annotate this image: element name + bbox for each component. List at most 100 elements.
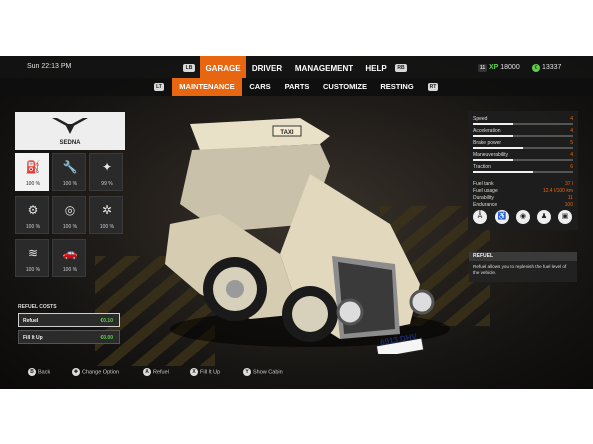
stat-maneuverability: Maneuverability 4 xyxy=(473,152,573,164)
maintenance-tires-tile[interactable]: ✲ 100 % xyxy=(89,196,123,234)
refuel-option[interactable]: Refuel €0.10 xyxy=(18,313,120,327)
sedna-logo-icon xyxy=(52,118,88,134)
language-icon: Aͤ xyxy=(473,210,487,224)
info-fuel-usage: Fuel usage 12.4 l/100 km xyxy=(473,188,573,195)
accessibility-icon: ♿ xyxy=(495,210,509,224)
stat-acceleration: Acceleration 4 xyxy=(473,128,573,140)
stat-value: 4 xyxy=(570,116,573,122)
stat-bar-fill xyxy=(473,135,513,137)
coin-icon: € xyxy=(532,64,540,72)
hint-show-cabin-label: Show Cabin xyxy=(253,369,283,376)
dpad-icon: ✥ xyxy=(72,368,80,376)
tab-maintenance[interactable]: MAINTENANCE xyxy=(172,78,242,96)
info-fuel-usage-value: 12.4 l/100 km xyxy=(542,188,573,194)
refuel-costs-title: REFUEL COSTS xyxy=(18,304,57,310)
engine-icon: ⚙ xyxy=(27,203,39,217)
info-durability: Durability 11 xyxy=(473,195,573,202)
heating-percentage: 100 % xyxy=(25,267,41,273)
stat-bar-fill xyxy=(473,147,523,149)
refuel-option-label: Refuel xyxy=(23,318,39,324)
info-fuel-tank: Fuel tank 37 l xyxy=(473,181,573,188)
info-fuel-tank-label: Fuel tank xyxy=(473,181,494,187)
game-screen: Sun 22:13 PM LB GARAGE DRIVER MANAGEMENT… xyxy=(0,56,593,389)
stat-label: Traction xyxy=(473,164,491,170)
fill-it-up-price: €0.00 xyxy=(100,335,113,341)
hint-back[interactable]: B Back xyxy=(28,368,50,376)
stat-brake-power: Brake power 5 xyxy=(473,140,573,152)
tab-cars[interactable]: CARS xyxy=(246,78,274,96)
maintenance-fuel-tile[interactable]: ⛽ 100 % xyxy=(15,153,49,191)
sparkle-icon: ✦ xyxy=(101,160,113,174)
engine-percentage: 100 % xyxy=(25,224,41,230)
x-button-icon: X xyxy=(190,368,198,376)
fill-it-up-label: Fill It Up xyxy=(23,335,43,341)
hint-refuel[interactable]: A Refuel xyxy=(143,368,169,376)
maintenance-engine-tile[interactable]: ⚙ 100 % xyxy=(15,196,49,234)
car-body-icon: 🚗 xyxy=(62,246,78,260)
stat-value: 6 xyxy=(570,164,573,170)
luggage-icon: ▣ xyxy=(558,210,572,224)
tab-resting[interactable]: RESTING xyxy=(377,78,417,96)
hint-fill-it-up-label: Fill It Up xyxy=(200,369,221,376)
cleaning-percentage: 99 % xyxy=(101,181,113,187)
xp-value: 18000 xyxy=(500,64,520,71)
hint-back-label: Back xyxy=(38,369,51,376)
stat-speed: Speed 4 xyxy=(473,116,573,128)
info-fuel-usage-label: Fuel usage xyxy=(473,188,498,194)
info-fuel-tank-value: 37 l xyxy=(564,181,573,187)
stat-bar-fill xyxy=(473,123,513,125)
maintenance-repair-tile[interactable]: 🔧 100 % xyxy=(52,153,86,191)
stat-label: Acceleration xyxy=(473,128,501,134)
hint-show-cabin[interactable]: Y Show Cabin xyxy=(243,368,283,376)
stat-bar-fill xyxy=(473,171,533,173)
refuel-option-price: €0.10 xyxy=(100,318,113,324)
money-value: 13337 xyxy=(541,64,562,71)
wrench-icon: 🔧 xyxy=(62,160,78,174)
refuel-info-text: Refuel allows you to replenish the fuel … xyxy=(473,264,567,275)
refuel-info-panel: REFUEL Refuel allows you to replenish th… xyxy=(469,252,577,282)
stat-value: 4 xyxy=(570,152,573,158)
taxi-car-image: TAXI 6913 DHV xyxy=(165,118,450,354)
b-button-icon: B xyxy=(28,368,36,376)
clock: Sun 22:13 PM xyxy=(27,63,72,70)
nav-driver[interactable]: DRIVER xyxy=(249,56,285,78)
nav-help[interactable]: HELP xyxy=(362,56,390,78)
maintenance-cleaning-tile[interactable]: ✦ 99 % xyxy=(89,153,123,191)
xp-level-badge: 11 xyxy=(478,64,487,72)
maintenance-brakes-tile[interactable]: ◎ 100 % xyxy=(52,196,86,234)
info-durability-value: 11 xyxy=(567,195,573,201)
wheel-icon: ✲ xyxy=(101,203,113,217)
fuel-percentage: 100 % xyxy=(25,181,41,187)
lt-button-hint: LT xyxy=(154,83,164,91)
tab-parts[interactable]: PARTS xyxy=(280,78,314,96)
xp-label: XP xyxy=(488,64,499,71)
hint-fill-it-up[interactable]: X Fill It Up xyxy=(190,368,220,376)
brand-name: SEDNA xyxy=(59,140,81,146)
fuel-pump-icon: ⛽ xyxy=(25,160,41,174)
xp-display: 11 XP 18000 xyxy=(478,64,520,72)
hint-change-option-label: Change Option xyxy=(82,369,119,376)
nav-garage[interactable]: GARAGE xyxy=(200,56,246,78)
stat-value: 4 xyxy=(570,128,573,134)
tires-percentage: 100 % xyxy=(99,224,115,230)
repair-percentage: 100 % xyxy=(62,181,78,187)
info-durability-label: Durability xyxy=(473,195,494,201)
stat-traction: Traction 6 xyxy=(473,164,573,176)
a-button-icon: A xyxy=(143,368,151,376)
nav-management[interactable]: MANAGEMENT xyxy=(291,56,357,78)
heater-icon: ≋ xyxy=(27,246,39,260)
info-endurance-label: Endurance xyxy=(473,202,498,208)
refuel-costs-panel: REFUEL COSTS Refuel €0.10 Fill It Up €0.… xyxy=(15,304,123,344)
lb-button-hint: LB xyxy=(183,64,195,72)
fill-it-up-option[interactable]: Fill It Up €0.00 xyxy=(18,330,120,344)
brake-disc-icon: ◎ xyxy=(64,203,76,217)
tab-customize[interactable]: CUSTOMIZE xyxy=(319,78,371,96)
maintenance-heating-tile[interactable]: ≋ 100 % xyxy=(15,239,49,277)
info-endurance: Endurance 100 xyxy=(473,202,573,209)
taxi-sign-text: TAXI xyxy=(280,130,294,136)
money-display: € 13337 xyxy=(532,64,561,72)
hint-change-option[interactable]: ✥ Change Option xyxy=(72,368,119,376)
passenger-icon: ♟ xyxy=(537,210,551,224)
maintenance-body-tile[interactable]: 🚗 100 % xyxy=(52,239,86,277)
stat-label: Maneuverability xyxy=(473,152,509,158)
